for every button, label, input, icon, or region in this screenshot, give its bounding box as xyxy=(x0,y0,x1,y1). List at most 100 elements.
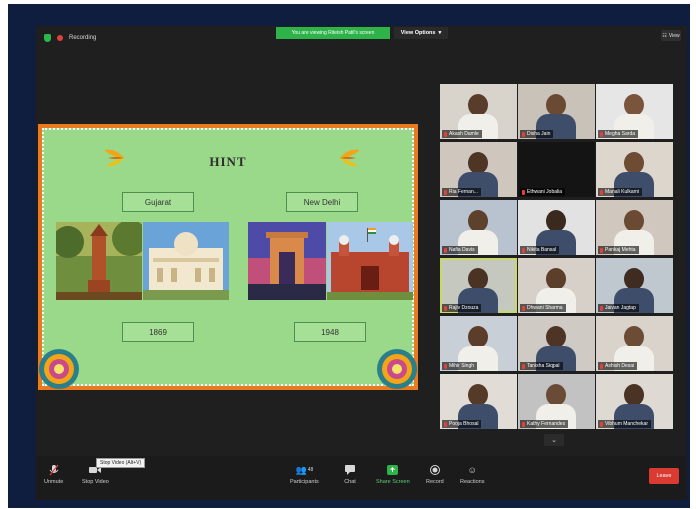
shield-icon[interactable] xyxy=(44,34,51,42)
participant-tile[interactable]: Dhwani Sharma xyxy=(518,258,595,313)
participant-tile[interactable]: Vibhum Manchekar xyxy=(596,374,673,429)
participant-name-text: Pankaj Mehta xyxy=(605,247,636,253)
leaf-decoration-icon xyxy=(340,149,360,167)
participant-name-text: Ethwani Jobalia xyxy=(527,189,563,195)
participant-video xyxy=(624,152,644,174)
microphone-muted-icon xyxy=(522,421,525,427)
reactions-label: Reactions xyxy=(460,479,485,485)
participant-name: Nikita Bansal xyxy=(520,246,560,254)
participant-tile[interactable]: Jaivan Jagtap xyxy=(596,258,673,313)
chat-button[interactable]: Chat xyxy=(344,464,356,485)
microphone-muted-icon xyxy=(600,189,603,195)
participants-count: 48 xyxy=(307,467,314,473)
participant-name-text: Jaivan Jagtap xyxy=(605,305,636,311)
participant-name: Vibhum Manchekar xyxy=(598,420,651,428)
participant-tile[interactable]: Kathy Fernandes xyxy=(518,374,595,429)
microphone-muted-icon xyxy=(600,131,603,137)
participant-video xyxy=(624,210,644,232)
participant-tile[interactable]: Ethwani Jobalia xyxy=(518,142,595,197)
microphone-muted-icon xyxy=(522,363,525,369)
participant-name: Ethwani Jobalia xyxy=(520,188,566,196)
reactions-button[interactable]: ☺ Reactions xyxy=(460,464,484,485)
view-label: View xyxy=(668,32,680,39)
microphone-muted-icon xyxy=(600,247,603,253)
stop-video-label: Stop Video xyxy=(82,479,109,485)
zoom-window: Recording You are viewing Riteish Patil'… xyxy=(36,26,687,500)
participant-tile[interactable]: Ria Fernan... xyxy=(440,142,517,197)
participant-tile[interactable]: Tanisha Siqpal xyxy=(518,316,595,371)
participant-name-text: Manali Kulkarni xyxy=(605,189,640,195)
view-options-label: View Options xyxy=(400,30,436,36)
slide-content: HINT Gujarat New Delhi 1869 1948 xyxy=(39,128,417,389)
leave-button[interactable]: Leave xyxy=(649,468,679,484)
record-dot-icon xyxy=(57,35,63,41)
participant-name: Tanisha Siqpal xyxy=(520,362,563,370)
chevron-down-icon: ⌄ xyxy=(551,437,557,444)
microphone-muted-icon xyxy=(444,421,447,427)
participant-name-text: Megha Sarda xyxy=(605,131,636,137)
microphone-muted-icon xyxy=(444,131,447,137)
year-label-left: 1869 xyxy=(122,322,194,342)
participants-label: Participants xyxy=(290,479,319,485)
participant-video xyxy=(468,384,488,406)
chat-label: Chat xyxy=(344,479,356,485)
red-fort-photo xyxy=(327,222,413,300)
microphone-muted-icon xyxy=(522,247,525,253)
share-screen-label: Share Screen xyxy=(376,479,410,485)
participant-tile[interactable]: Manali Kulkarni xyxy=(596,142,673,197)
participant-tile[interactable]: Nafia Davis xyxy=(440,200,517,255)
view-button[interactable]: ☷ View xyxy=(661,30,681,41)
participant-video xyxy=(624,384,644,406)
participant-video xyxy=(546,210,566,232)
participant-name-text: Akash Damle xyxy=(449,131,479,137)
participant-name-text: Nikita Bansal xyxy=(527,247,557,253)
participants-button[interactable]: 👥 48 Participants xyxy=(290,464,319,486)
state-label-right: New Delhi xyxy=(286,192,358,212)
participant-video xyxy=(624,268,644,290)
meeting-toolbar: Unmute Stop Video Stop Video (Alt+V) 👥 48… xyxy=(36,456,687,500)
participant-tile[interactable]: Megha Sarda xyxy=(596,84,673,139)
participant-video xyxy=(546,268,566,290)
participant-name: Ashish Desai xyxy=(598,362,638,370)
participant-name-text: Rajiv Dzouza xyxy=(449,305,479,311)
participant-name-text: Tanisha Siqpal xyxy=(527,363,560,369)
microphone-muted-icon xyxy=(444,247,447,253)
recording-label: Recording xyxy=(69,35,97,41)
microphone-muted-icon xyxy=(444,363,447,369)
participant-video xyxy=(468,94,488,116)
microphone-muted-icon xyxy=(522,305,525,311)
participant-tile[interactable]: Nikita Bansal xyxy=(518,200,595,255)
microphone-muted-icon xyxy=(48,464,60,476)
microphone-muted-icon xyxy=(600,305,603,311)
record-icon xyxy=(429,464,441,476)
chat-bubble-icon xyxy=(344,464,356,476)
emoji-reactions-icon: ☺ xyxy=(467,465,477,475)
participant-name-text: Disha Jain xyxy=(527,131,551,137)
participant-tile[interactable]: Ashish Desai xyxy=(596,316,673,371)
participant-tile[interactable]: Pooja Bhosal xyxy=(440,374,517,429)
participant-name: Pooja Bhosal xyxy=(442,420,482,428)
participant-tile[interactable]: Rajiv Dzouza xyxy=(440,258,517,313)
gallery-next-page-button[interactable]: ⌄ xyxy=(544,434,564,446)
participant-name: Ria Fernan... xyxy=(442,188,481,196)
record-button[interactable]: Record xyxy=(426,464,444,485)
participant-video xyxy=(468,268,488,290)
participant-name-text: Ria Fernan... xyxy=(449,189,478,195)
view-options-button[interactable]: View Options ▾ xyxy=(394,27,448,39)
share-screen-button[interactable]: Share Screen xyxy=(376,464,410,485)
participant-video xyxy=(546,384,566,406)
participant-video xyxy=(546,94,566,116)
participant-name: Kathy Fernandes xyxy=(520,420,569,428)
participant-name: Rajiv Dzouza xyxy=(442,304,482,312)
unmute-button[interactable]: Unmute xyxy=(44,464,63,485)
microphone-muted-icon xyxy=(522,131,525,137)
screen-share-banner: You are viewing Riteish Patil's screen xyxy=(276,27,390,39)
gujarat-palace-photo xyxy=(143,222,229,300)
participant-name: Pankaj Mehta xyxy=(598,246,639,254)
participant-tile[interactable]: Pankaj Mehta xyxy=(596,200,673,255)
participant-name: Nafia Davis xyxy=(442,246,478,254)
participant-tile[interactable]: Disha Jain xyxy=(518,84,595,139)
participant-tile[interactable]: Akash Damle xyxy=(440,84,517,139)
participant-tile[interactable]: Mihir Singh xyxy=(440,316,517,371)
participant-name: Jaivan Jagtap xyxy=(598,304,639,312)
